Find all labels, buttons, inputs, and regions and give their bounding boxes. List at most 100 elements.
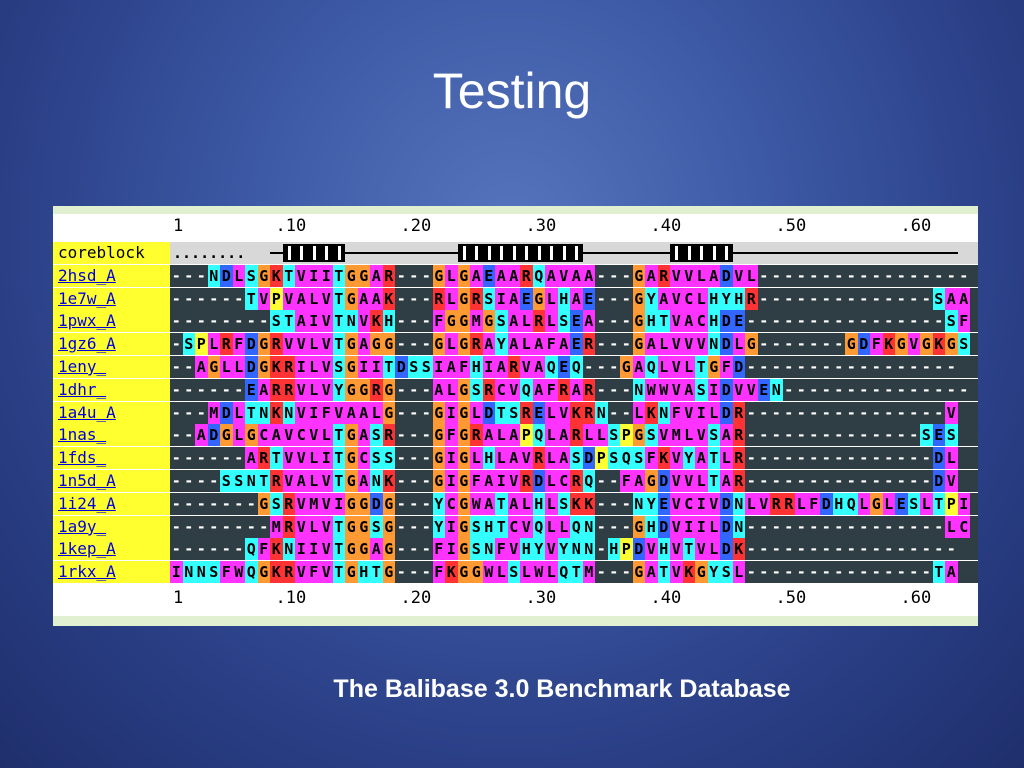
coreblock-dash	[345, 252, 458, 254]
residue: V	[670, 492, 683, 515]
sequence-name-link[interactable]: 1rkx_A	[53, 561, 170, 584]
residue: F	[257, 538, 270, 561]
ruler-tick-label: .50	[775, 216, 807, 236]
residue: I	[307, 401, 320, 424]
residue: G	[382, 492, 395, 515]
gap: -	[171, 517, 181, 536]
residue: G	[257, 356, 270, 378]
residue: L	[557, 515, 570, 538]
residue: V	[670, 538, 683, 561]
residue: N	[195, 561, 208, 584]
residue: N	[345, 310, 358, 333]
residue: T	[245, 287, 258, 310]
residue: L	[520, 333, 533, 356]
ruler-tick-label: .20	[400, 588, 432, 608]
residue: P	[195, 333, 208, 356]
residue: G	[945, 333, 958, 356]
sequence-name-link[interactable]: 1nas_	[53, 424, 170, 447]
residue: Y	[682, 447, 695, 470]
residue: S	[720, 561, 733, 584]
gap: -	[859, 403, 869, 422]
residue: F	[470, 470, 483, 492]
residue: D	[720, 401, 733, 424]
sequence-name-link[interactable]: 1a9y_	[53, 515, 170, 538]
residue: V	[320, 561, 333, 584]
gap: -	[396, 289, 406, 308]
residue: L	[545, 447, 558, 470]
gap: -	[796, 380, 806, 399]
sequence-name-link[interactable]: 2hsd_A	[53, 264, 170, 287]
gap: -	[921, 449, 931, 468]
residue: G	[745, 333, 758, 356]
sequence-name-link[interactable]: 1n5d_A	[53, 470, 170, 492]
residue: V	[320, 538, 333, 561]
ruler-tick-label: 1	[173, 216, 184, 236]
residue: Y	[432, 492, 445, 515]
gap: -	[909, 472, 919, 490]
gap: -	[421, 563, 431, 582]
gap: -	[834, 472, 844, 490]
residue: L	[520, 310, 533, 333]
ruler-tick-label: .20	[400, 216, 432, 236]
sequence-name-link[interactable]: 1a4u_A	[53, 401, 170, 424]
residue: L	[307, 378, 320, 401]
gap: -	[396, 540, 406, 559]
residue: V	[520, 515, 533, 538]
residue: V	[295, 561, 308, 584]
gap: -	[621, 494, 631, 513]
residue: K	[682, 561, 695, 584]
residue: A	[345, 401, 358, 424]
residue: N	[207, 264, 220, 287]
gap: -	[596, 358, 606, 376]
sequence-name-link[interactable]: 1eny_	[53, 356, 170, 378]
residue: V	[707, 492, 720, 515]
gap: -	[421, 517, 431, 536]
sequence-name-link[interactable]: 1pwx_A	[53, 310, 170, 333]
gap: -	[784, 380, 794, 399]
residue: L	[495, 424, 508, 447]
residue: A	[507, 310, 520, 333]
residue: R	[532, 310, 545, 333]
gap: -	[809, 563, 819, 582]
sequence-name-link[interactable]: 1gz6_A	[53, 333, 170, 356]
residue: V	[695, 333, 708, 356]
sequence-name-link[interactable]: 1fds_	[53, 447, 170, 470]
residue: S	[632, 447, 645, 470]
residue: T	[332, 310, 345, 333]
gap: -	[909, 517, 919, 536]
gap: -	[171, 266, 181, 285]
residue: T	[282, 264, 295, 287]
residue: C	[495, 378, 508, 401]
residue: G	[457, 515, 470, 538]
sequence-name-link[interactable]: 1dhr_	[53, 378, 170, 401]
residue: I	[432, 356, 445, 378]
residue: L	[920, 492, 933, 515]
residue: H	[532, 492, 545, 515]
gap: -	[884, 426, 894, 445]
gap: -	[421, 472, 431, 490]
residue: G	[432, 264, 445, 287]
gap: -	[409, 335, 419, 354]
gap: -	[909, 426, 919, 445]
residue: T	[570, 561, 583, 584]
residue: D	[370, 492, 383, 515]
residue: L	[445, 378, 458, 401]
residue: G	[632, 310, 645, 333]
residue: V	[507, 378, 520, 401]
residue: A	[570, 378, 583, 401]
sequence-name-link[interactable]: 1i24_A	[53, 492, 170, 515]
residue: G	[457, 378, 470, 401]
sequence-name-link[interactable]: 1kep_A	[53, 538, 170, 561]
ruler-tick-label: .10	[275, 588, 307, 608]
gap: -	[596, 540, 606, 559]
gap: -	[746, 563, 756, 582]
gap: -	[184, 380, 194, 399]
sequence-name-link[interactable]: 1e7w_A	[53, 287, 170, 310]
residue: T	[932, 492, 945, 515]
gap: -	[884, 266, 894, 285]
residue: A	[632, 356, 645, 378]
residue: I	[695, 492, 708, 515]
gap: -	[421, 312, 431, 331]
gap: -	[184, 289, 194, 308]
residue: G	[257, 492, 270, 515]
